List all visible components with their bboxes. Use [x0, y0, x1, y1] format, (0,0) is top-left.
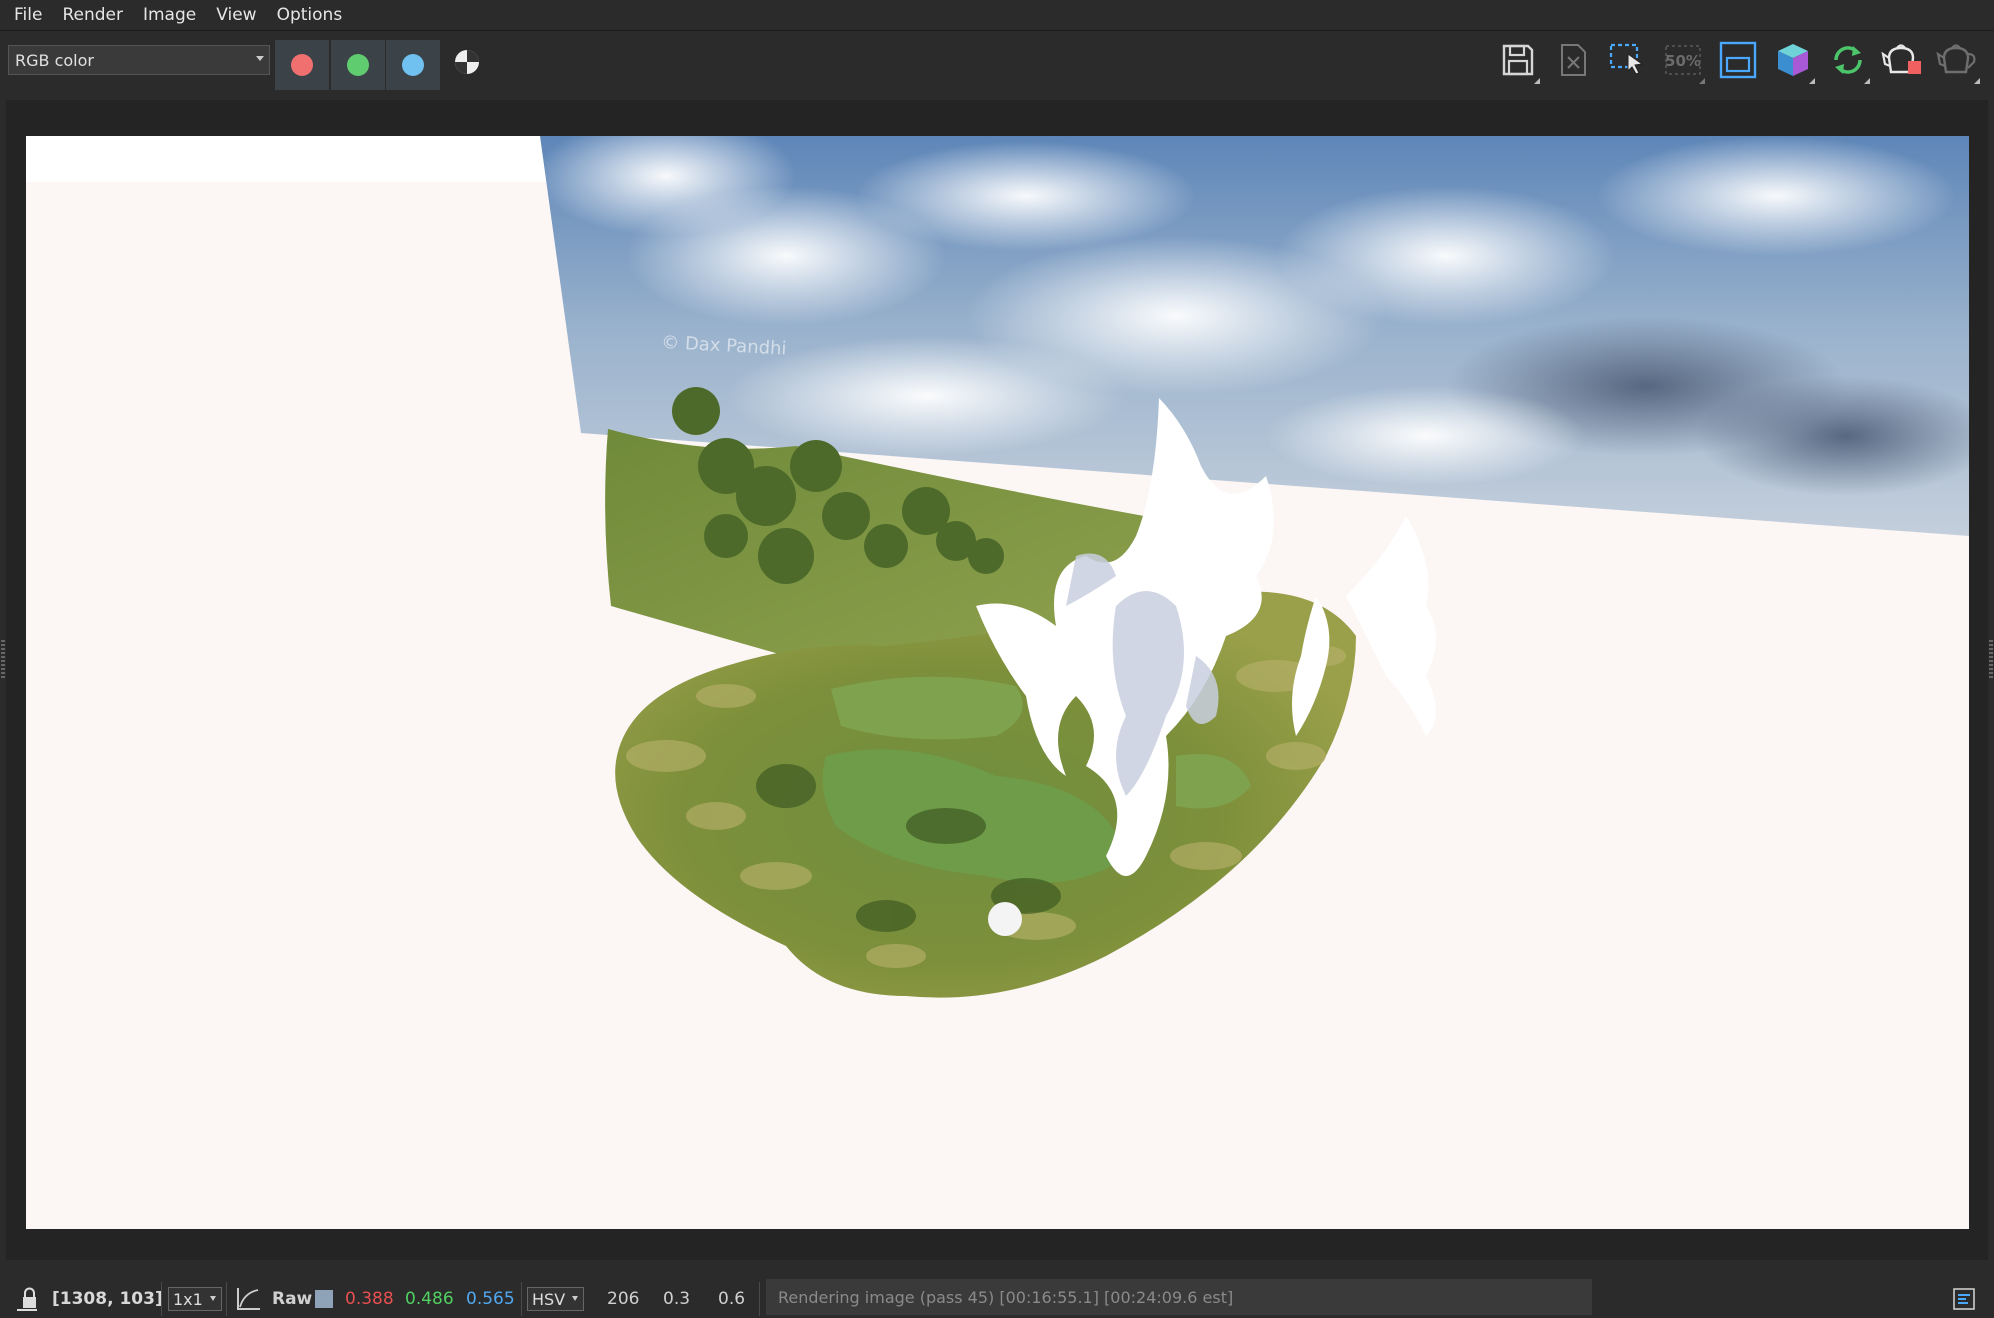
- color-space-value: HSV: [532, 1289, 566, 1309]
- channel-mode-value: RGB color: [15, 50, 94, 70]
- blue-dot-icon: [402, 54, 424, 76]
- zoom-label: 50%: [1665, 52, 1701, 70]
- alpha-channel-button[interactable]: [452, 47, 482, 77]
- save-icon: [1502, 44, 1534, 76]
- menu-options[interactable]: Options: [267, 0, 353, 30]
- color-swatch: [315, 1280, 333, 1318]
- red-channel-button[interactable]: [275, 40, 329, 90]
- clearing-top: [831, 676, 1023, 740]
- chevron-down-icon: [209, 1296, 216, 1301]
- menu-render[interactable]: Render: [52, 0, 133, 30]
- menu-file[interactable]: File: [0, 0, 52, 30]
- hue-value: 206: [607, 1289, 640, 1309]
- menu-image[interactable]: Image: [133, 0, 206, 30]
- pixel-ratio-value: 1x1: [173, 1289, 203, 1309]
- refresh-button[interactable]: [1826, 38, 1870, 84]
- white-strip: [26, 136, 546, 182]
- panel-icon: [1953, 1288, 1975, 1310]
- panel-toggle-button[interactable]: [1952, 1280, 1976, 1318]
- teapot-icon: [1936, 44, 1976, 74]
- chevron-down-icon: [572, 1296, 579, 1301]
- cube-button[interactable]: [1771, 38, 1815, 84]
- status-divider: [226, 1282, 227, 1316]
- blue-channel-button[interactable]: [385, 40, 440, 90]
- channel-mode-select[interactable]: RGB color: [8, 45, 270, 75]
- sphere: [988, 902, 1022, 936]
- red-dot-icon: [291, 54, 313, 76]
- right-resize-handle[interactable]: [1989, 640, 1993, 680]
- menu-bar: File Render Image View Options: [0, 0, 1994, 31]
- cube-icon: [1778, 44, 1808, 76]
- region-select-icon: [1609, 43, 1644, 75]
- curve-icon: [237, 1288, 260, 1310]
- status-divider: [759, 1282, 760, 1316]
- pixel-coordinates: [1308, 103]: [52, 1289, 163, 1309]
- render-button[interactable]: [1881, 38, 1925, 82]
- menu-view[interactable]: View: [206, 0, 266, 30]
- alpha-icon: [455, 50, 479, 74]
- value-value: 0.6: [718, 1289, 746, 1309]
- zoom-50-button[interactable]: 50%: [1661, 38, 1705, 84]
- green-dot-icon: [347, 54, 369, 76]
- saturation-value: 0.3: [663, 1289, 691, 1309]
- clear-icon: [1561, 44, 1586, 76]
- lock-button[interactable]: [14, 1280, 40, 1318]
- pixel-ratio-select[interactable]: 1x1: [168, 1280, 222, 1318]
- left-resize-handle[interactable]: [1, 640, 5, 680]
- lock-icon: [17, 1287, 37, 1311]
- raw-label: Raw: [272, 1289, 313, 1309]
- zoom-50-icon: 50%: [1665, 45, 1701, 75]
- render-progress-message: Rendering image (pass 45) [00:16:55.1] […: [766, 1279, 1592, 1315]
- green-channel-button[interactable]: [330, 40, 385, 90]
- region-select-button[interactable]: [1606, 38, 1650, 82]
- refresh-icon: [1834, 46, 1862, 74]
- frame-button[interactable]: [1716, 38, 1760, 82]
- blue-value: 0.565: [466, 1289, 515, 1309]
- status-divider: [161, 1282, 162, 1316]
- green-value: 0.486: [405, 1289, 454, 1309]
- save-image-button[interactable]: [1496, 38, 1540, 84]
- render-scene: © Dax Pandhi: [26, 136, 1969, 998]
- status-divider: [521, 1282, 522, 1316]
- frame-icon: [1719, 41, 1757, 79]
- curve-button[interactable]: [234, 1280, 262, 1318]
- rendered-image[interactable]: © Dax Pandhi: [26, 136, 1969, 1229]
- chevron-down-icon: [256, 56, 264, 61]
- color-space-select[interactable]: HSV: [527, 1280, 585, 1318]
- clear-image-button[interactable]: [1551, 38, 1595, 82]
- teapot-render-icon: [1881, 44, 1921, 74]
- render-options-button[interactable]: [1936, 38, 1980, 84]
- red-value: 0.388: [345, 1289, 394, 1309]
